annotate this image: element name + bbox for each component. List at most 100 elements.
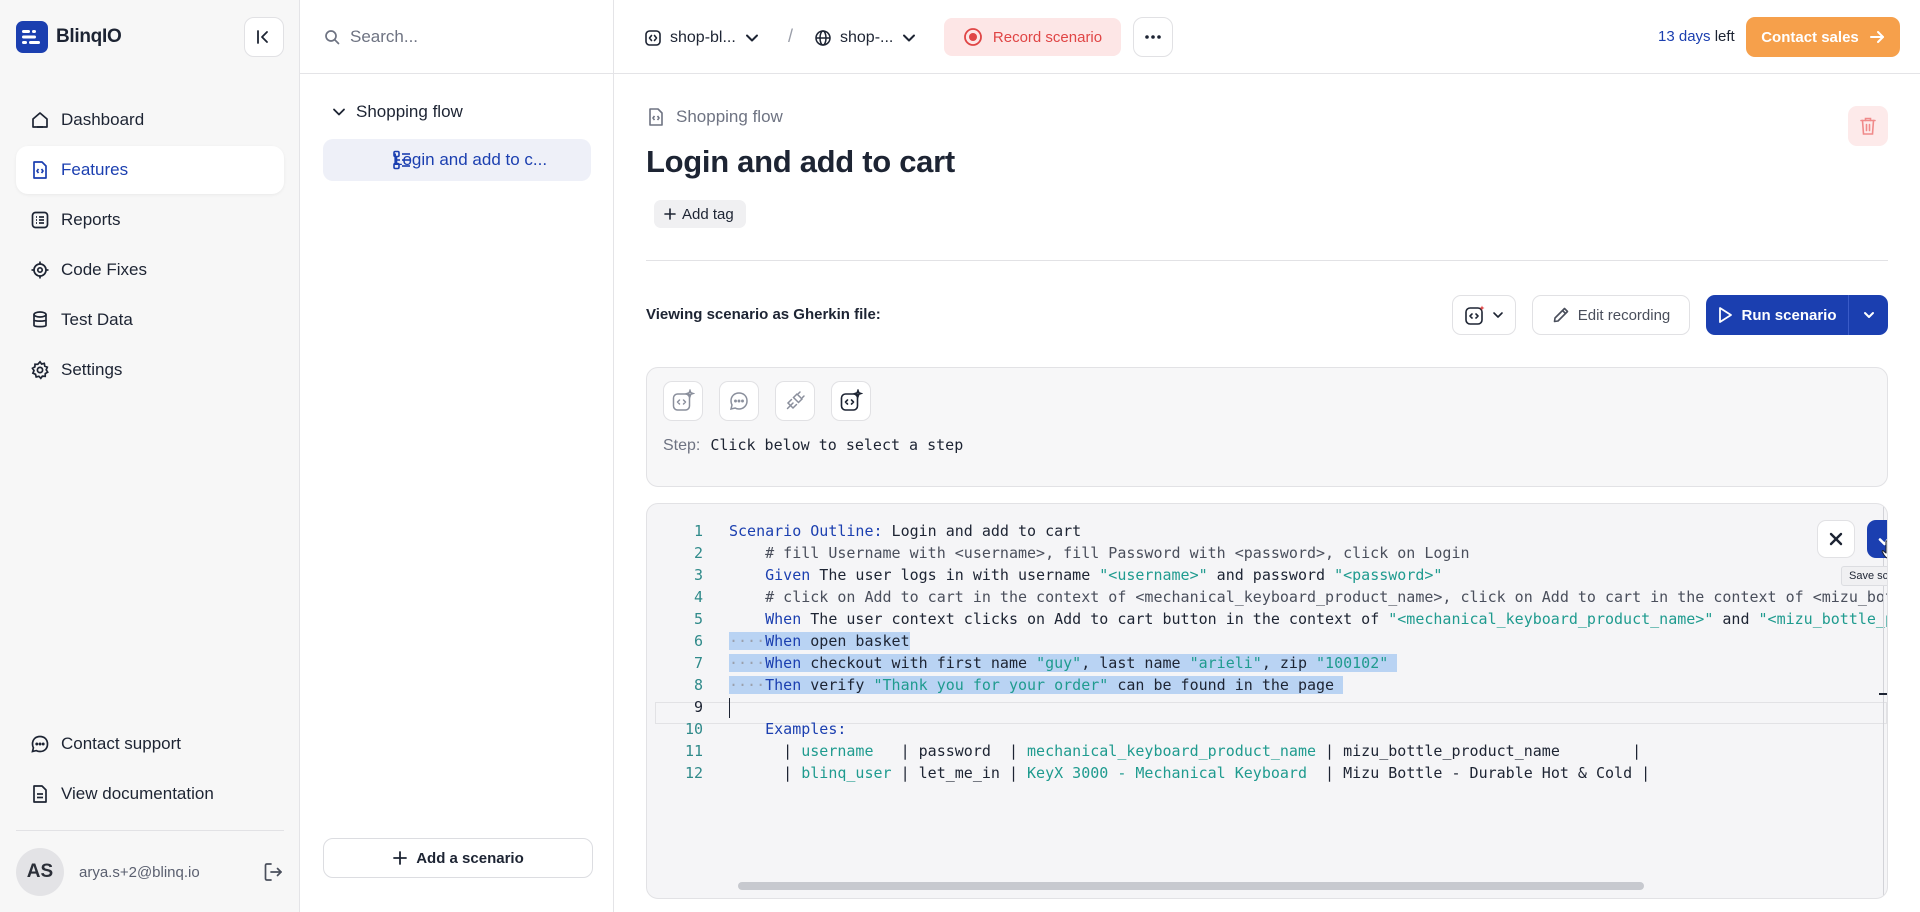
- code-token: Examples:: [765, 720, 847, 738]
- code-token: Scenario Outline:: [729, 522, 883, 540]
- feature-breadcrumb[interactable]: Shopping flow: [646, 107, 783, 127]
- code-token: The user context clicks on Add to cart b…: [801, 610, 1389, 628]
- run-scenario-button[interactable]: Run scenario: [1706, 295, 1848, 335]
- tree-folder-shopping-flow[interactable]: Shopping flow: [332, 99, 463, 125]
- step-panel: Step: Click below to select a step: [646, 367, 1888, 487]
- project-name: shop-bl...: [670, 29, 736, 46]
- environment-selector[interactable]: shop-...: [814, 26, 917, 50]
- feature-file-icon: [29, 159, 51, 181]
- line-text: | blinq_user | let_me_in | KeyX 3000 - M…: [729, 762, 1650, 784]
- code-line[interactable]: 9: [647, 696, 1887, 718]
- sidebar-item-label: Reports: [61, 210, 121, 229]
- code-line[interactable]: 3 Given The user logs in with username "…: [647, 564, 1887, 586]
- sidebar-item-features[interactable]: Features: [16, 146, 284, 194]
- line-text: # click on Add to cart in the context of…: [729, 586, 1887, 608]
- contact-support-link[interactable]: Contact support: [16, 720, 284, 768]
- header-divider: [646, 260, 1888, 261]
- main-nav: Dashboard Features Reports Code Fixes Te…: [16, 96, 284, 396]
- sidebar-item-dashboard[interactable]: Dashboard: [16, 96, 284, 144]
- code-line[interactable]: 12 | blinq_user | let_me_in | KeyX 3000 …: [647, 762, 1887, 784]
- code-token: When: [765, 654, 802, 672]
- ai-assist-button[interactable]: [831, 381, 871, 421]
- line-number: 2: [693, 544, 703, 562]
- edit-recording-button[interactable]: Edit recording: [1532, 295, 1690, 335]
- plug-icon: [784, 390, 806, 412]
- code-token: "<username>": [1099, 566, 1208, 584]
- line-number: 4: [693, 588, 703, 606]
- horizontal-scrollbar[interactable]: [738, 882, 1644, 890]
- search-bar: [300, 0, 614, 74]
- code-token: , last name: [1081, 654, 1190, 672]
- add-scenario-label: Add a scenario: [416, 849, 524, 867]
- logout-icon[interactable]: [260, 859, 286, 885]
- code-token: username: [801, 742, 874, 760]
- scenario-steps-icon: [393, 150, 411, 170]
- chevron-down-icon: [901, 30, 917, 46]
- line-number: 8: [693, 676, 703, 694]
- code-token: | let_me_in |: [891, 764, 1028, 782]
- search-input[interactable]: [350, 26, 570, 47]
- comment-button[interactable]: [719, 381, 759, 421]
- code-line[interactable]: 2 # fill Username with <username>, fill …: [647, 542, 1887, 564]
- code-token: and password: [1207, 566, 1335, 584]
- add-tag-button[interactable]: Add tag: [654, 200, 746, 228]
- gherkin-editor[interactable]: 1 Scenario Outline: Login and add to cart…: [646, 503, 1888, 899]
- tree-folder-label: Shopping flow: [356, 102, 463, 121]
- code-line[interactable]: 11 | username | password | mechanical_ke…: [647, 740, 1887, 762]
- save-scenario-tooltip: Save scenario: [1841, 566, 1887, 586]
- globe-icon: [814, 29, 832, 47]
- connect-button[interactable]: [775, 381, 815, 421]
- code-line[interactable]: 6 ····When open basket: [647, 630, 1887, 652]
- code-line[interactable]: 5 When The user context clicks on Add to…: [647, 608, 1887, 630]
- code-lines[interactable]: 1 Scenario Outline: Login and add to cart…: [647, 520, 1887, 784]
- code-line[interactable]: 8 ····Then verify "Thank you for your ord…: [647, 674, 1887, 696]
- record-scenario-button[interactable]: Record scenario: [944, 18, 1121, 56]
- tree-item-login-and-add-to-cart[interactable]: Login and add to c...: [323, 139, 591, 181]
- document-icon: [29, 783, 51, 805]
- add-scenario-button[interactable]: Add a scenario: [323, 838, 593, 878]
- discard-changes-button[interactable]: [1817, 520, 1855, 558]
- view-documentation-link[interactable]: View documentation: [16, 770, 284, 818]
- tree-item-label: Login and add to c...: [393, 150, 548, 169]
- more-options-button[interactable]: [1133, 17, 1173, 57]
- code-token: "<password>": [1334, 566, 1443, 584]
- search-icon: [324, 29, 340, 45]
- sidebar-item-code-fixes[interactable]: Code Fixes: [16, 246, 284, 294]
- sidebar-item-reports[interactable]: Reports: [16, 196, 284, 244]
- code-token: , zip: [1261, 654, 1317, 672]
- step-label: Step:: [663, 437, 701, 454]
- sidebar-item-label: Code Fixes: [61, 260, 147, 279]
- code-line[interactable]: 7 ····When checkout with first name "guy"…: [647, 652, 1887, 674]
- delete-scenario-button[interactable]: [1848, 106, 1888, 146]
- run-options-dropdown[interactable]: [1848, 295, 1888, 335]
- code-token: When: [765, 632, 802, 650]
- line-text: ····When checkout with first name "guy",…: [729, 652, 1398, 674]
- overview-ruler-marker: [1879, 693, 1887, 695]
- line-number: 1: [693, 522, 703, 540]
- ai-generate-button[interactable]: [663, 381, 703, 421]
- brand[interactable]: BlinqIO: [16, 21, 122, 53]
- collapse-sidebar-button[interactable]: [244, 17, 284, 57]
- code-line[interactable]: 10 Examples:: [647, 718, 1887, 740]
- main-content: Shopping flow Login and add to cart Add …: [614, 74, 1920, 912]
- code-token: ····: [729, 676, 766, 694]
- sidebar-item-settings[interactable]: Settings: [16, 346, 284, 394]
- code-token: Given: [765, 566, 811, 584]
- avatar[interactable]: AS: [16, 848, 64, 896]
- project-selector[interactable]: shop-bl...: [644, 26, 760, 50]
- code-token: # click on Add to cart in the context of…: [765, 588, 1887, 606]
- code-line[interactable]: 1 Scenario Outline: Login and add to cart: [647, 520, 1887, 542]
- sidebar-item-label: Features: [61, 160, 129, 179]
- chevron-down-icon: [332, 105, 346, 119]
- code-line[interactable]: 4 # click on Add to cart in the context …: [647, 586, 1887, 608]
- view-documentation-label: View documentation: [61, 784, 214, 803]
- record-icon: [963, 27, 983, 47]
- chevron-down-icon: [1492, 309, 1504, 321]
- sidebar-item-test-data[interactable]: Test Data: [16, 296, 284, 344]
- ai-assistant-selector[interactable]: [1452, 295, 1516, 335]
- contact-sales-button[interactable]: Contact sales: [1746, 17, 1900, 57]
- code-token: | password |: [873, 742, 1028, 760]
- line-text: [729, 696, 730, 718]
- run-scenario-button-group: Run scenario: [1706, 295, 1888, 335]
